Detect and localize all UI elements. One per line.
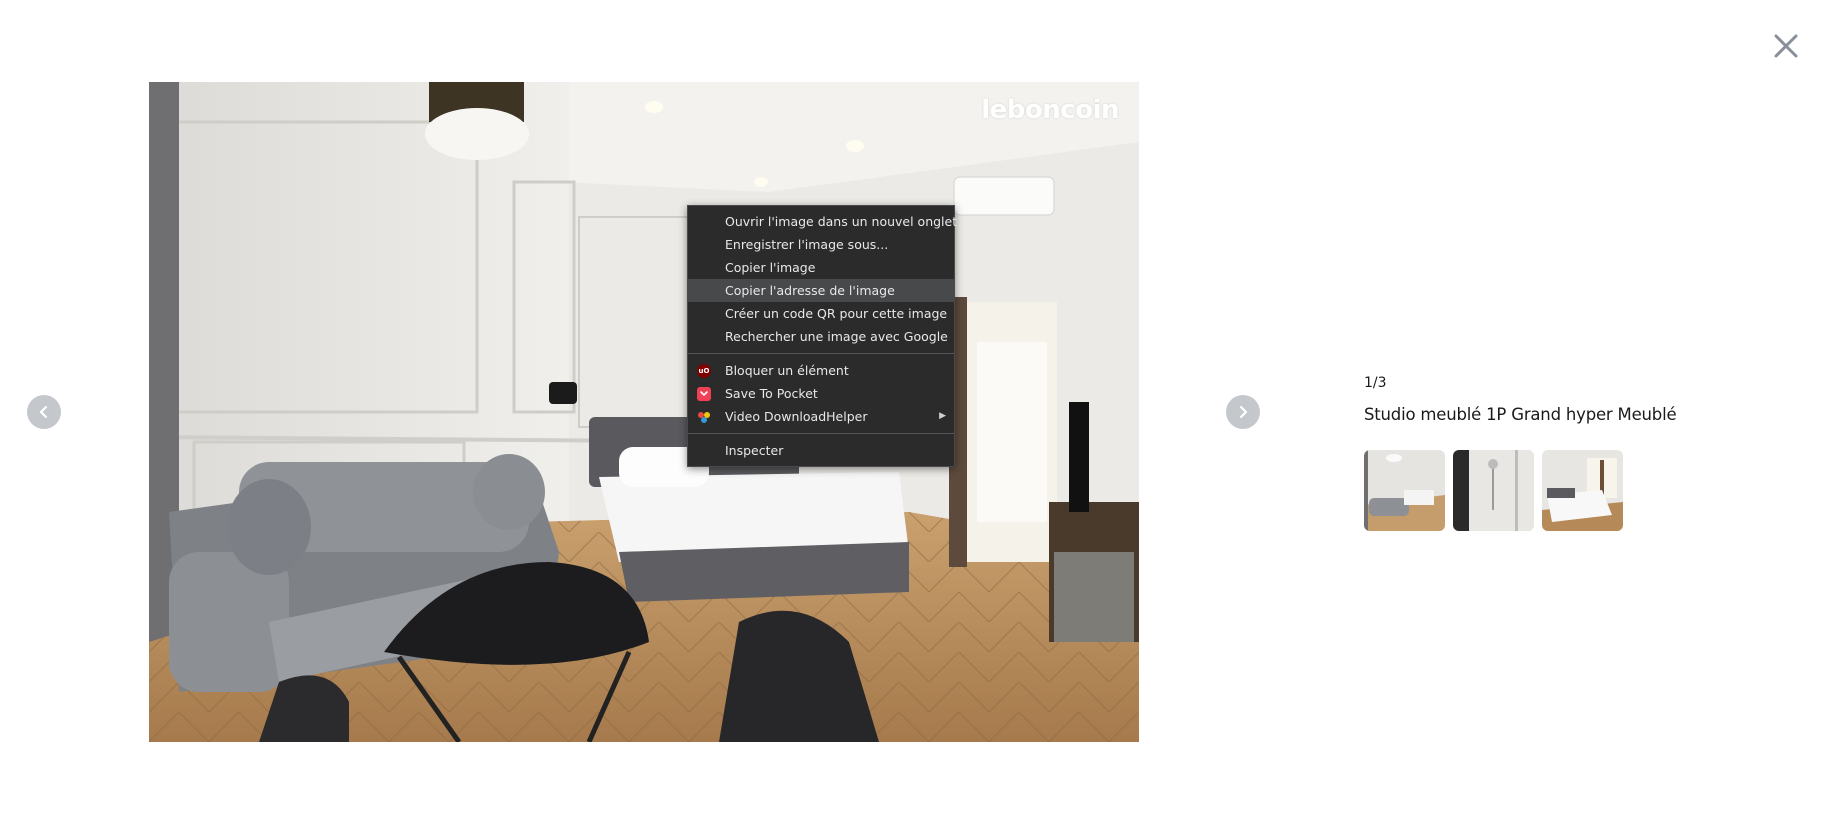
thumbnail-2[interactable] — [1453, 450, 1534, 531]
pocket-icon — [697, 387, 711, 401]
menu-copy-image[interactable]: Copier l'image — [688, 256, 954, 279]
previous-image-button[interactable] — [27, 395, 61, 429]
menu-video-downloadhelper[interactable]: Video DownloadHelper ▶ — [688, 405, 954, 428]
downloadhelper-icon — [697, 410, 711, 424]
context-menu: Ouvrir l'image dans un nouvel onglet Enr… — [687, 205, 957, 467]
thumb-living-room-image — [1364, 450, 1445, 531]
close-button[interactable] — [1766, 26, 1806, 66]
main-photo[interactable]: leboncoin — [149, 82, 1139, 742]
menu-search-image-google[interactable]: Rechercher une image avec Google — [688, 325, 954, 348]
apartment-photo — [149, 82, 1139, 742]
menu-save-image-as[interactable]: Enregistrer l'image sous... — [688, 233, 954, 256]
menu-block-element[interactable]: uO Bloquer un élément — [688, 359, 954, 382]
submenu-arrow-icon: ▶ — [939, 411, 946, 421]
listing-title: Studio meublé 1P Grand hyper Meublé — [1364, 405, 1677, 424]
ublock-icon: uO — [697, 364, 711, 378]
leboncoin-watermark: leboncoin — [981, 95, 1119, 125]
thumbnail-3[interactable] — [1542, 450, 1623, 531]
menu-separator — [688, 433, 954, 434]
menu-create-qr-code[interactable]: Créer un code QR pour cette image — [688, 302, 954, 325]
menu-video-downloadhelper-label: Video DownloadHelper — [725, 409, 868, 424]
close-icon — [1774, 34, 1798, 58]
thumb-bedroom-image — [1542, 450, 1623, 531]
menu-open-image-new-tab[interactable]: Ouvrir l'image dans un nouvel onglet — [688, 210, 957, 233]
menu-copy-image-address[interactable]: Copier l'adresse de l'image — [688, 279, 954, 302]
menu-block-element-label: Bloquer un élément — [725, 363, 849, 378]
chevron-right-icon — [1239, 405, 1248, 419]
thumb-shower-image — [1453, 450, 1534, 531]
listing-info-panel: 1/3 Studio meublé 1P Grand hyper Meublé — [1364, 375, 1764, 531]
menu-separator — [688, 353, 954, 354]
menu-save-to-pocket-label: Save To Pocket — [725, 386, 818, 401]
menu-inspect[interactable]: Inspecter — [688, 439, 954, 462]
menu-save-to-pocket[interactable]: Save To Pocket — [688, 382, 954, 405]
thumbnail-1[interactable] — [1364, 450, 1445, 531]
thumbnail-strip — [1364, 450, 1623, 531]
next-image-button[interactable] — [1226, 395, 1260, 429]
image-counter: 1/3 — [1364, 375, 1387, 391]
chevron-left-icon — [39, 405, 48, 419]
